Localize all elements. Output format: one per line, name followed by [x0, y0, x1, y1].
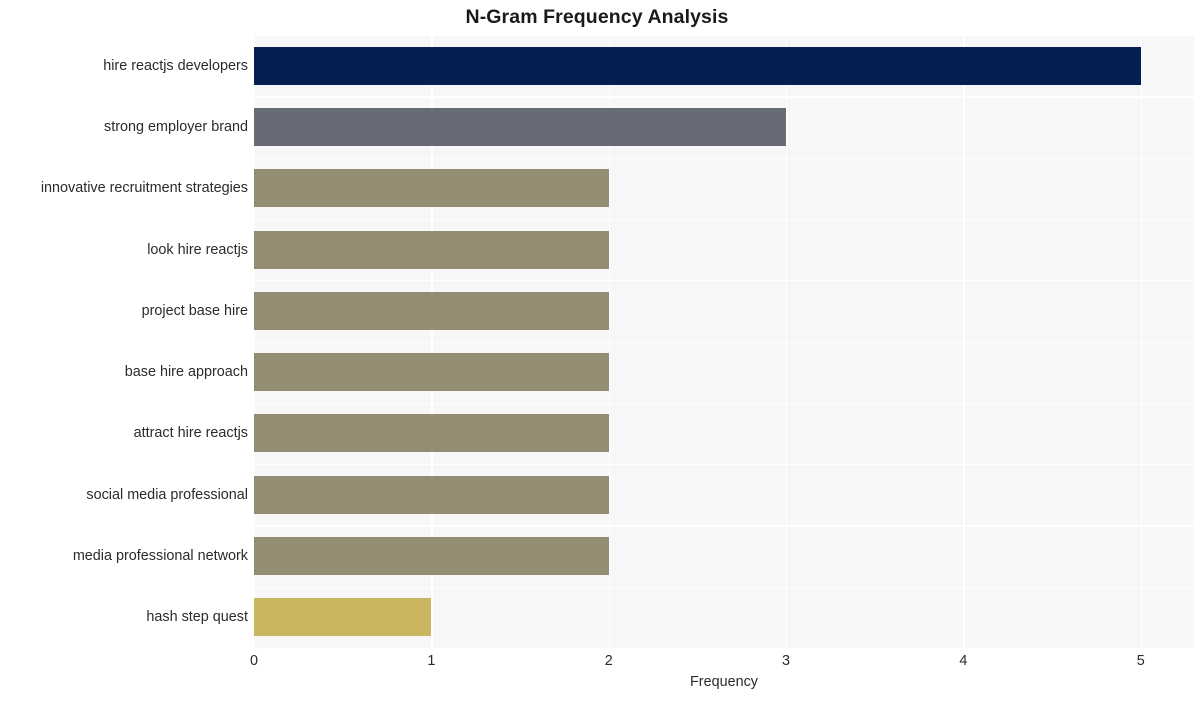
- x-axis-tick-label: 1: [427, 653, 436, 669]
- y-axis-tick-label: social media professional: [86, 486, 248, 503]
- y-axis-tick-label: hire reactjs developers: [103, 57, 248, 74]
- bar: [254, 107, 787, 146]
- bar: [254, 353, 609, 392]
- y-axis-tick-label: project base hire: [141, 302, 248, 319]
- gridline-horizontal: [254, 525, 1194, 527]
- x-axis-tick-label: 3: [782, 653, 791, 669]
- bar: [254, 291, 609, 330]
- x-axis-tick-label: 0: [249, 653, 259, 669]
- gridline-horizontal: [254, 341, 1194, 343]
- bar: [254, 46, 1141, 85]
- bar: [254, 230, 609, 269]
- y-axis-tick-label: attract hire reactjs: [133, 425, 248, 442]
- gridline-horizontal: [254, 586, 1194, 588]
- gridline-horizontal: [254, 35, 1194, 37]
- gridline-horizontal: [254, 402, 1194, 405]
- chart-figure: N-Gram Frequency Analysis hire reactjs d…: [0, 0, 1194, 701]
- y-axis-tick-label: media professional network: [72, 548, 248, 565]
- x-axis-tick-label: 5: [1136, 653, 1145, 669]
- plot-area: [254, 35, 1194, 650]
- y-axis-tick-label: hash step quest: [146, 609, 248, 626]
- gridline-horizontal: [254, 648, 1194, 650]
- bar: [254, 537, 609, 576]
- y-axis-tick-label: strong employer brand: [104, 118, 248, 135]
- x-axis-tick-label: 2: [604, 653, 613, 669]
- y-axis-tick-label: innovative recruitment strategies: [40, 180, 248, 197]
- gridline-horizontal: [254, 157, 1194, 159]
- gridline-horizontal: [254, 280, 1194, 282]
- gridline-horizontal: [254, 96, 1194, 98]
- gridline-horizontal: [254, 464, 1194, 466]
- gridline-horizontal: [254, 218, 1194, 221]
- x-axis-label: Frequency: [690, 674, 758, 690]
- chart-title: N-Gram Frequency Analysis: [465, 6, 729, 28]
- y-axis-tick-label: base hire approach: [124, 364, 248, 381]
- y-axis-tick-label: look hire reactjs: [147, 241, 248, 258]
- bar: [254, 475, 609, 514]
- x-axis-tick-label: 4: [959, 653, 968, 669]
- bar: [254, 598, 432, 637]
- bar: [254, 169, 609, 208]
- bar: [254, 414, 609, 453]
